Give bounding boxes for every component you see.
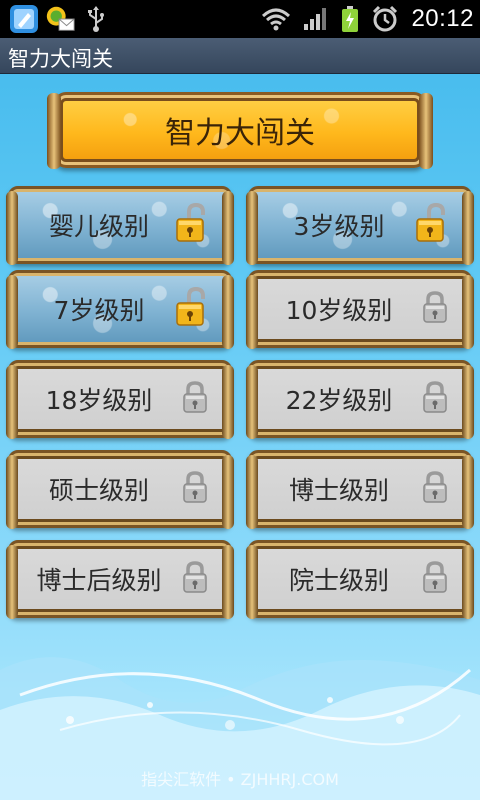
wifi-icon bbox=[262, 8, 291, 31]
status-time: 20:12 bbox=[411, 5, 474, 32]
level-label: 博士后级别 bbox=[36, 566, 162, 595]
level-button-postdoc[interactable]: 博士后级别 bbox=[6, 540, 234, 619]
lock-closed-icon bbox=[181, 560, 209, 598]
level-label: 18岁级别 bbox=[45, 386, 153, 415]
notes-app-icon[interactable] bbox=[8, 3, 40, 35]
level-button-age-22[interactable]: 22岁级别 bbox=[246, 360, 474, 439]
status-bar: 20:12 bbox=[0, 0, 480, 38]
lock-closed-icon bbox=[421, 560, 449, 598]
lock-open-icon bbox=[175, 286, 209, 331]
level-label: 博士级别 bbox=[288, 476, 389, 505]
lock-closed-icon bbox=[181, 470, 209, 508]
level-label: 院士级别 bbox=[288, 566, 389, 595]
game-title-banner: 智力大闯关 bbox=[47, 92, 433, 169]
level-label: 10岁级别 bbox=[285, 296, 393, 325]
usb-icon bbox=[80, 3, 112, 35]
lock-closed-icon bbox=[421, 380, 449, 418]
level-label: 22岁级别 bbox=[285, 386, 393, 415]
level-button-age-10[interactable]: 10岁级别 bbox=[246, 270, 474, 349]
level-button-doctor[interactable]: 博士级别 bbox=[246, 450, 474, 529]
lock-closed-icon bbox=[421, 470, 449, 508]
lock-closed-icon bbox=[421, 290, 449, 328]
level-button-master[interactable]: 硕士级别 bbox=[6, 450, 234, 529]
title-bar: 智力大闯关 bbox=[0, 38, 480, 74]
lock-open-icon bbox=[175, 202, 209, 247]
level-label: 硕士级别 bbox=[48, 476, 149, 505]
app-title: 智力大闯关 bbox=[8, 47, 113, 71]
level-button-infant[interactable]: 婴儿级别 bbox=[6, 186, 234, 265]
alarm-icon bbox=[373, 5, 398, 32]
level-label: 婴儿级别 bbox=[48, 212, 149, 241]
lock-closed-icon bbox=[181, 380, 209, 418]
battery-charging-icon bbox=[342, 6, 359, 32]
lock-open-icon bbox=[415, 202, 449, 247]
level-button-age-18[interactable]: 18岁级别 bbox=[6, 360, 234, 439]
level-button-age-7[interactable]: 7岁级别 bbox=[6, 270, 234, 349]
banner-title: 智力大闯关 bbox=[165, 116, 315, 151]
messenger-mail-icon[interactable] bbox=[44, 3, 76, 35]
level-label: 7岁级别 bbox=[53, 296, 145, 325]
signal-icon bbox=[304, 8, 327, 30]
level-label: 3岁级别 bbox=[293, 212, 385, 241]
level-button-age-3[interactable]: 3岁级别 bbox=[246, 186, 474, 265]
watermark-text: 指尖汇软件 • ZJHHRJ.COM bbox=[141, 770, 339, 789]
level-button-academician[interactable]: 院士级别 bbox=[246, 540, 474, 619]
